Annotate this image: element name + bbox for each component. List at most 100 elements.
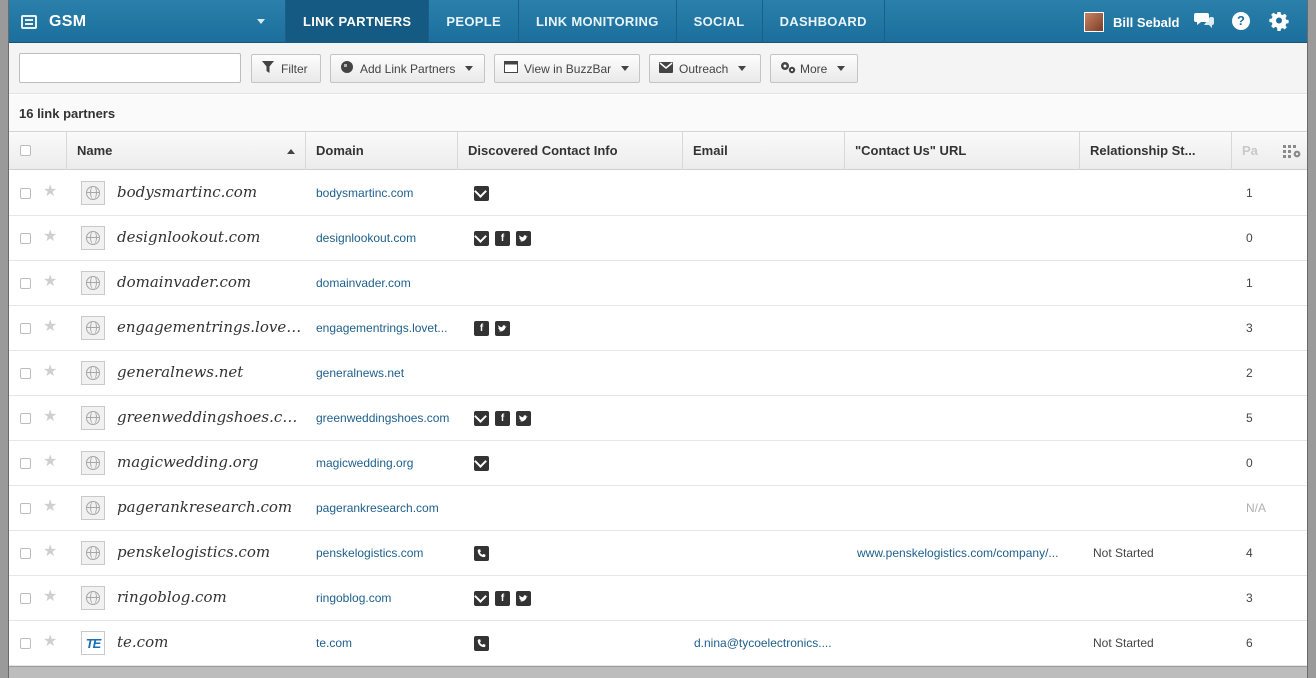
domain-link[interactable]: ringoblog.com bbox=[316, 591, 462, 605]
domain-link[interactable]: bodysmartinc.com bbox=[316, 186, 462, 200]
partner-name[interactable]: ringoblog.com bbox=[117, 588, 305, 606]
row-checkbox[interactable] bbox=[20, 323, 31, 334]
table-row[interactable]: ★ generalnews.net generalnews.net 2 bbox=[9, 351, 1307, 396]
row-checkbox[interactable] bbox=[20, 233, 31, 244]
column-header-contact-info[interactable]: Discovered Contact Info bbox=[457, 132, 682, 170]
twitter-icon[interactable] bbox=[516, 231, 531, 246]
gear-icon[interactable] bbox=[1269, 11, 1289, 32]
tab-social[interactable]: SOCIAL bbox=[675, 0, 762, 43]
table-row[interactable]: ★ TE te.com te.com d.nina@tycoelectronics...… bbox=[9, 621, 1307, 666]
add-link-partners-button[interactable]: Add Link Partners bbox=[330, 54, 485, 83]
column-header-email[interactable]: Email bbox=[682, 132, 844, 170]
app-switcher[interactable]: GSM bbox=[9, 0, 279, 43]
column-settings-icon[interactable] bbox=[1283, 145, 1301, 158]
star-icon[interactable]: ★ bbox=[43, 408, 57, 426]
more-button[interactable]: More bbox=[770, 54, 858, 83]
star-icon[interactable]: ★ bbox=[43, 363, 57, 381]
star-icon[interactable]: ★ bbox=[43, 318, 57, 336]
twitter-icon[interactable] bbox=[516, 591, 531, 606]
tab-link-partners[interactable]: LINK PARTNERS bbox=[285, 0, 429, 43]
email-link[interactable]: d.nina@tycoelectronics.... bbox=[694, 636, 854, 650]
chat-icon[interactable] bbox=[1194, 11, 1214, 31]
star-icon[interactable]: ★ bbox=[43, 543, 57, 561]
partner-name[interactable]: penskelogistics.com bbox=[117, 543, 305, 561]
facebook-icon[interactable]: f bbox=[495, 231, 510, 246]
star-icon[interactable]: ★ bbox=[43, 633, 57, 651]
domain-link[interactable]: pagerankresearch.com bbox=[316, 501, 462, 515]
domain-link[interactable]: greenweddingshoes.com bbox=[316, 411, 462, 425]
phone-icon[interactable] bbox=[474, 636, 489, 651]
select-all-checkbox[interactable] bbox=[20, 145, 31, 156]
star-icon[interactable]: ★ bbox=[43, 498, 57, 516]
search-input[interactable] bbox=[19, 53, 241, 83]
contact-url-link[interactable]: www.penskelogistics.com/company/... bbox=[857, 546, 1085, 560]
row-checkbox[interactable] bbox=[20, 548, 31, 559]
globe-icon bbox=[86, 501, 100, 515]
email-icon[interactable] bbox=[474, 231, 489, 246]
help-icon[interactable]: ? bbox=[1232, 12, 1250, 30]
table-row[interactable]: ★ ringoblog.com ringoblog.com f 3 bbox=[9, 576, 1307, 621]
partner-name[interactable]: greenweddingshoes.com bbox=[117, 408, 305, 426]
facebook-icon[interactable]: f bbox=[495, 591, 510, 606]
tab-link-monitoring[interactable]: LINK MONITORING bbox=[517, 0, 676, 43]
table-row[interactable]: ★ bodysmartinc.com bodysmartinc.com 1 bbox=[9, 171, 1307, 216]
partner-name[interactable]: bodysmartinc.com bbox=[117, 183, 305, 201]
tab-people[interactable]: PEOPLE bbox=[428, 0, 518, 43]
tab-dashboard[interactable]: DASHBOARD bbox=[761, 0, 885, 43]
partner-name[interactable]: domainvader.com bbox=[117, 273, 305, 291]
email-icon[interactable] bbox=[474, 411, 489, 426]
partner-name[interactable]: designlookout.com bbox=[117, 228, 305, 246]
row-checkbox[interactable] bbox=[20, 413, 31, 424]
twitter-icon[interactable] bbox=[516, 411, 531, 426]
partner-name[interactable]: engagementrings.loveto... bbox=[117, 318, 305, 336]
table-row[interactable]: ★ engagementrings.loveto... engagementring… bbox=[9, 306, 1307, 351]
row-checkbox[interactable] bbox=[20, 458, 31, 469]
star-icon[interactable]: ★ bbox=[43, 228, 57, 246]
filter-button[interactable]: Filter bbox=[251, 54, 321, 83]
partner-name[interactable]: pagerankresearch.com bbox=[117, 498, 305, 516]
domain-link[interactable]: generalnews.net bbox=[316, 366, 462, 380]
link-partners-table: ★ bodysmartinc.com bodysmartinc.com 1 ★ desig… bbox=[9, 171, 1307, 666]
domain-link[interactable]: domainvader.com bbox=[316, 276, 462, 290]
partner-name[interactable]: magicwedding.org bbox=[117, 453, 305, 471]
column-header-domain[interactable]: Domain bbox=[305, 132, 457, 170]
row-checkbox[interactable] bbox=[20, 593, 31, 604]
phone-icon[interactable] bbox=[474, 546, 489, 561]
domain-link[interactable]: magicwedding.org bbox=[316, 456, 462, 470]
partner-name[interactable]: te.com bbox=[117, 633, 305, 651]
domain-link[interactable]: te.com bbox=[316, 636, 462, 650]
horizontal-scrollbar[interactable] bbox=[9, 666, 1307, 678]
star-icon[interactable]: ★ bbox=[43, 453, 57, 471]
column-header-name[interactable]: Name bbox=[66, 132, 305, 170]
outreach-button[interactable]: Outreach bbox=[649, 54, 761, 83]
column-header-relationship[interactable]: Relationship St... bbox=[1079, 132, 1231, 170]
star-icon[interactable]: ★ bbox=[43, 588, 57, 606]
star-icon[interactable]: ★ bbox=[43, 183, 57, 201]
domain-link[interactable]: engagementrings.lovet... bbox=[316, 321, 462, 335]
domain-link[interactable]: designlookout.com bbox=[316, 231, 462, 245]
row-checkbox[interactable] bbox=[20, 278, 31, 289]
table-row[interactable]: ★ penskelogistics.com penskelogistics.com w… bbox=[9, 531, 1307, 576]
table-row[interactable]: ★ domainvader.com domainvader.com 1 bbox=[9, 261, 1307, 306]
facebook-icon[interactable]: f bbox=[474, 321, 489, 336]
table-row[interactable]: ★ greenweddingshoes.com greenweddingshoes.… bbox=[9, 396, 1307, 441]
table-row[interactable]: ★ designlookout.com designlookout.com f 0 bbox=[9, 216, 1307, 261]
email-icon[interactable] bbox=[474, 186, 489, 201]
row-checkbox[interactable] bbox=[20, 638, 31, 649]
facebook-icon[interactable]: f bbox=[495, 411, 510, 426]
view-in-buzzbar-button[interactable]: View in BuzzBar bbox=[494, 54, 640, 83]
twitter-icon[interactable] bbox=[495, 321, 510, 336]
partner-name[interactable]: generalnews.net bbox=[117, 363, 305, 381]
domain-link[interactable]: penskelogistics.com bbox=[316, 546, 462, 560]
row-checkbox[interactable] bbox=[20, 368, 31, 379]
email-icon[interactable] bbox=[474, 456, 489, 471]
table-row[interactable]: ★ pagerankresearch.com pagerankresearch.co… bbox=[9, 486, 1307, 531]
table-row[interactable]: ★ magicwedding.org magicwedding.org 0 bbox=[9, 441, 1307, 486]
user-menu[interactable]: Bill Sebald bbox=[1084, 12, 1179, 32]
column-header-pages[interactable]: Pa bbox=[1231, 132, 1307, 170]
star-icon[interactable]: ★ bbox=[43, 273, 57, 291]
email-icon[interactable] bbox=[474, 591, 489, 606]
column-header-contact-url[interactable]: "Contact Us" URL bbox=[844, 132, 1079, 170]
row-checkbox[interactable] bbox=[20, 503, 31, 514]
row-checkbox[interactable] bbox=[20, 188, 31, 199]
